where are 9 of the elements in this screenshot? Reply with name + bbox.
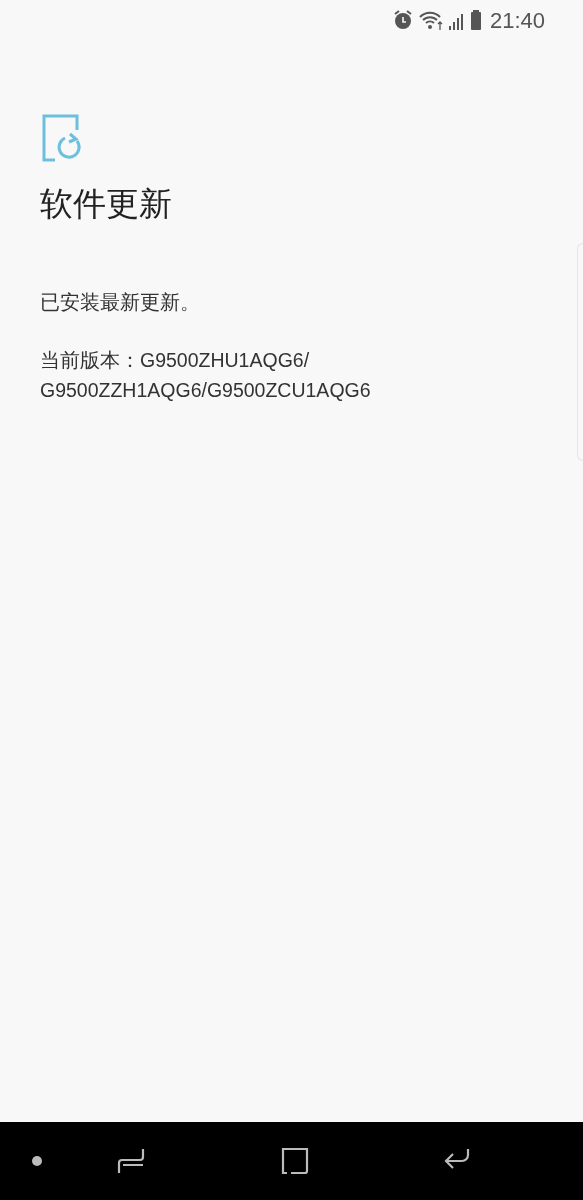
dot-button[interactable] (31, 1155, 43, 1167)
battery-icon (469, 9, 482, 31)
recent-apps-button[interactable] (117, 1147, 145, 1175)
home-button[interactable] (281, 1147, 309, 1175)
wifi-icon (417, 9, 444, 31)
status-message: 已安装最新更新。 (40, 289, 201, 316)
status-time: 21:40 (489, 6, 545, 35)
version-text: 当前版本：G9500ZHU1AQG6/ G9500ZZH1AQG6/G9500ZCU1AQG6 (40, 347, 372, 403)
page-title: 软件更新 (40, 184, 173, 224)
